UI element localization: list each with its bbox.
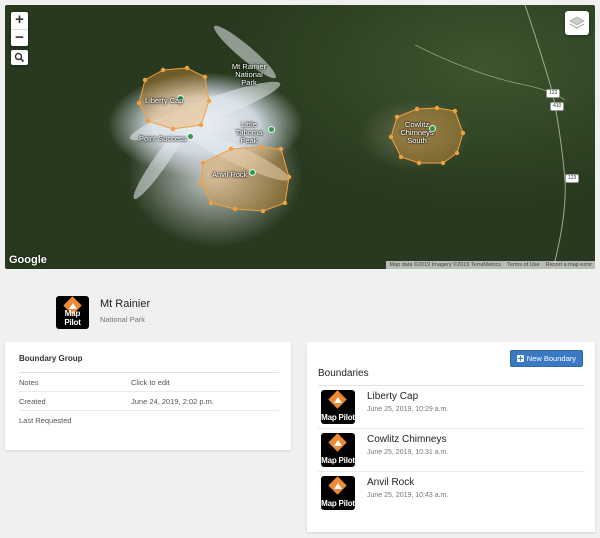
zoom-in-button[interactable]: + (11, 12, 28, 29)
map-label-point-success: Point Success (139, 134, 187, 143)
boundary-name: Anvil Rock (367, 477, 415, 488)
map-pilot-logo: Map Pilot (56, 296, 89, 329)
map-label-anvil-rock: Anvil Rock (212, 170, 248, 179)
boundary-item-anvil-rock[interactable]: Map Pilot Anvil Rock June 25, 2019, 10:4… (318, 472, 585, 515)
layers-icon (569, 16, 585, 29)
boundary-item-liberty-cap[interactable]: Map Pilot Liberty Cap June 25, 2019, 10:… (318, 386, 585, 429)
notes-row: Notes Click to edit (19, 373, 279, 392)
map-layers-button[interactable] (565, 11, 589, 35)
boundaries-card: New Boundary Boundaries Map Pilot Libert… (307, 342, 595, 532)
zoom-out-button[interactable]: − (11, 29, 28, 46)
boundary-group-title: Boundary Group (19, 354, 279, 373)
new-boundary-label: New Boundary (526, 354, 576, 363)
terms-link[interactable]: Terms of Use (507, 262, 539, 268)
boundary-name: Cowlitz Chimneys (367, 434, 447, 445)
map-label-liberty-cap: Liberty Cap (145, 96, 184, 105)
page-subtitle: National Park (100, 315, 146, 324)
point-success-pin[interactable] (187, 133, 194, 140)
map-pilot-logo: Map Pilot (321, 390, 355, 424)
map-attribution: Map data ©2019 Imagery ©2019 TerraMetric… (386, 261, 595, 269)
boundary-group-card: Boundary Group Notes Click to edit Creat… (5, 342, 291, 450)
map-pilot-logo: Map Pilot (321, 476, 355, 510)
boundaries-title: Boundaries (318, 368, 585, 386)
last-requested-label: Last Requested (19, 416, 72, 425)
google-logo: Google (9, 254, 47, 266)
created-label: Created (19, 396, 46, 406)
map-label-little-tahoma: Little Tahoma Peak (235, 120, 263, 145)
map-label-cowlitz: Cowlitz Chimneys South (400, 120, 434, 145)
road-badge: 123 (565, 174, 580, 183)
page-title: Mt Rainier (100, 298, 151, 310)
report-error-link[interactable]: Report a map error (546, 262, 592, 268)
created-value: June 24, 2019, 2:02 p.m. (131, 396, 214, 406)
anvil-rock-polygon (200, 146, 290, 212)
road-badge: 410 (550, 102, 565, 111)
boundary-date: June 25, 2019, 10:31 a.m. (367, 449, 449, 456)
zoom-control: + − (11, 12, 28, 46)
new-boundary-button[interactable]: New Boundary (509, 350, 583, 367)
boundary-name: Liberty Cap (367, 391, 419, 402)
last-requested-row: Last Requested (19, 411, 279, 430)
map-pilot-logo: Map Pilot (321, 433, 355, 467)
boundary-date: June 25, 2019, 10:43 a.m. (367, 492, 449, 499)
map-search-button[interactable] (11, 50, 28, 65)
plus-icon (516, 355, 524, 362)
map-label-national-park: Mt Rainier National Park (231, 62, 267, 87)
notes-label: Notes (19, 377, 39, 387)
boundary-date: June 25, 2019, 10:29 a.m. (367, 406, 449, 413)
road-badge: 123 (546, 89, 561, 98)
search-icon (14, 52, 25, 63)
boundary-polygons (136, 5, 566, 269)
satellite-map[interactable]: Liberty Cap Mt Rainier National Park Poi… (5, 5, 595, 269)
boundary-item-cowlitz-chimneys[interactable]: Map Pilot Cowlitz Chimneys June 25, 2019… (318, 429, 585, 472)
notes-edit[interactable]: Click to edit (131, 378, 170, 387)
created-row: Created June 24, 2019, 2:02 p.m. (19, 392, 279, 411)
attribution-data: Map data ©2019 Imagery ©2019 TerraMetric… (389, 262, 502, 268)
anvil-rock-pin[interactable] (249, 169, 256, 176)
boundary-group-header: Map Pilot Mt Rainier National Park (56, 296, 150, 329)
